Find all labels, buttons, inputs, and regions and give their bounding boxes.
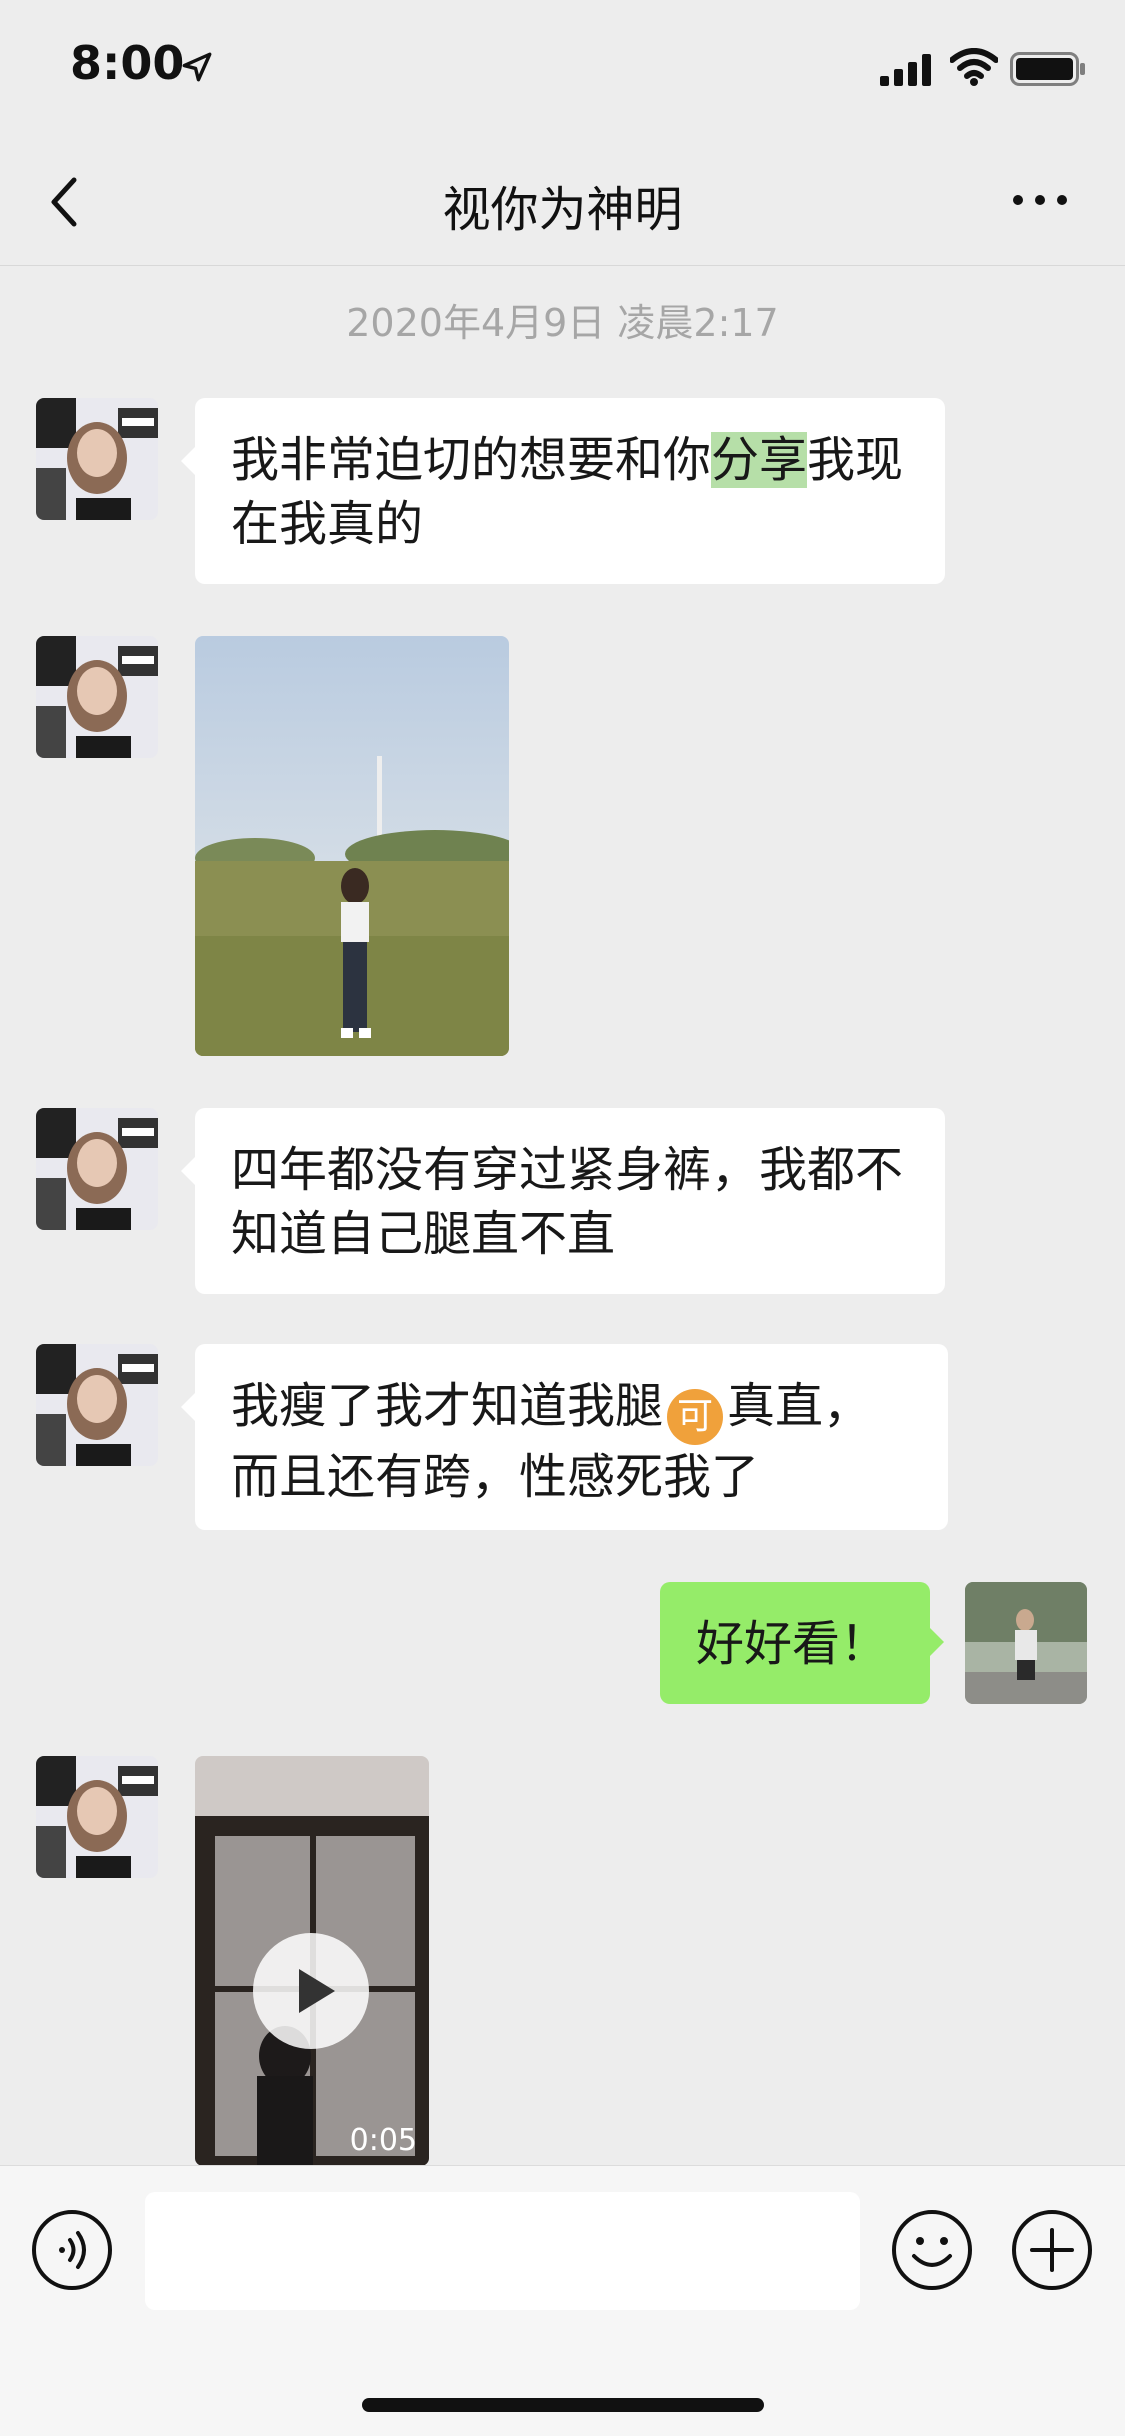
input-bar xyxy=(0,2165,1125,2436)
chat-title: 视你为神明 xyxy=(442,182,683,238)
emoji-smile-icon[interactable] xyxy=(890,2208,974,2292)
message-text: 我非常迫切的想要和你 xyxy=(231,432,712,488)
contact-avatar[interactable] xyxy=(36,1108,158,1230)
video-thumbnail[interactable]: 0:05 xyxy=(195,1756,429,2166)
more-dots-icon[interactable] xyxy=(1010,190,1070,210)
video-duration: 0:05 xyxy=(349,2123,417,2158)
voice-input-icon[interactable] xyxy=(30,2208,114,2292)
message-bubble[interactable]: 我瘦了我才知道我腿可真直，而且还有跨，性感死我了 xyxy=(181,1344,948,1530)
cellular-signal-icon xyxy=(880,54,931,86)
play-icon[interactable] xyxy=(251,1931,371,2051)
chat-timestamp: 2020年4月9日 凌晨2:17 xyxy=(346,301,779,345)
contact-avatar[interactable] xyxy=(36,1756,158,1878)
home-indicator[interactable] xyxy=(362,2398,764,2412)
battery-icon xyxy=(1010,52,1085,86)
chat-screen: 8:00 视你为神明 2020年4月9日 凌晨2:17 我非常迫切的想要和你分享… xyxy=(0,0,1125,2436)
message-bubble[interactable]: 四年都没有穿过紧身裤，我都不知道自己腿直不直 xyxy=(181,1108,945,1294)
ke-emoji-icon: 可 xyxy=(667,1389,724,1445)
highlighted-text[interactable]: 分享 xyxy=(711,432,808,488)
nav-bar: 视你为神明 xyxy=(0,140,1125,266)
contact-avatar[interactable] xyxy=(36,636,158,758)
status-time: 8:00 xyxy=(70,36,185,90)
my-avatar[interactable] xyxy=(965,1582,1087,1704)
message-text: 好好看！ xyxy=(696,1616,889,1672)
contact-avatar[interactable] xyxy=(36,398,158,520)
message-bubble[interactable]: 我非常迫切的想要和你分享我现在我真的 xyxy=(181,398,945,584)
status-bar: 8:00 xyxy=(0,0,1125,140)
wifi-icon xyxy=(950,48,998,86)
message-text: 四年都没有穿过紧身裤，我都不知道自己腿直不直 xyxy=(231,1142,904,1262)
location-arrow-icon xyxy=(182,52,212,82)
plus-circle-icon[interactable] xyxy=(1010,2208,1094,2292)
my-message-bubble[interactable]: 好好看！ xyxy=(660,1582,944,1704)
contact-avatar[interactable] xyxy=(36,1344,158,1466)
photo-thumbnail[interactable] xyxy=(195,636,509,1056)
message-input[interactable] xyxy=(145,2192,860,2310)
message-text: 我瘦了我才知道我腿 xyxy=(231,1378,664,1434)
